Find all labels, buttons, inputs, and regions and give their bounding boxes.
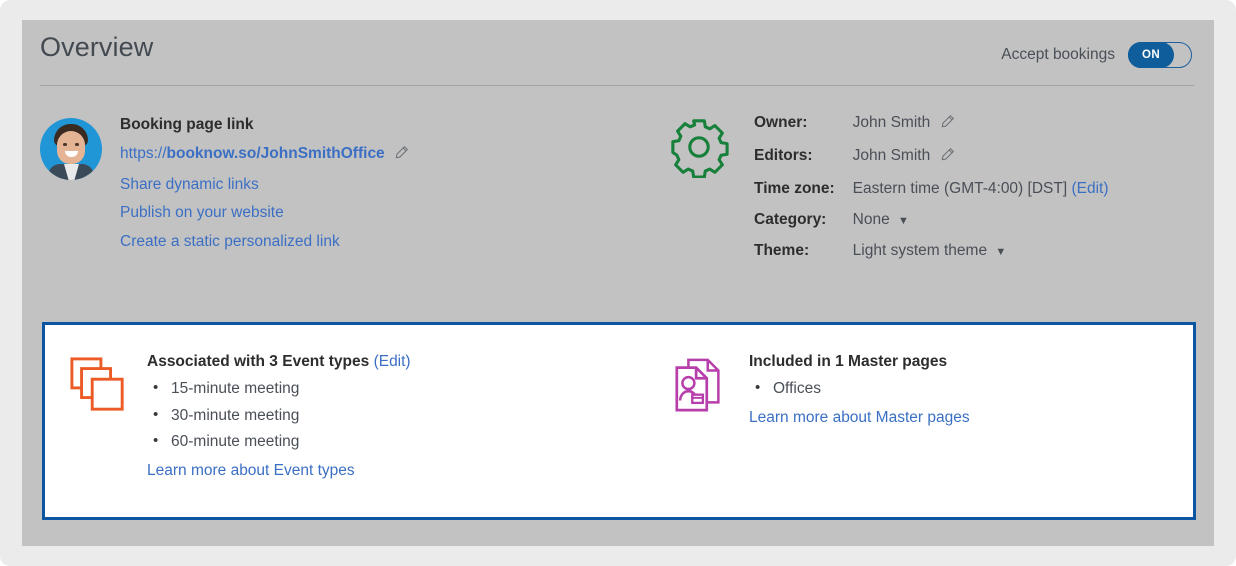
chevron-down-icon[interactable]: ▼: [898, 215, 909, 227]
owner-value: John Smith: [852, 114, 931, 131]
page-title: Overview: [40, 32, 154, 62]
theme-value: Light system theme: [852, 242, 988, 259]
detail-key-category: Category:: [754, 211, 827, 228]
create-static-link[interactable]: Create a static personalized link: [120, 228, 409, 257]
detail-key-owner: Owner:: [754, 114, 808, 131]
event-types-list: 15-minute meeting 30-minute meeting 60-m…: [151, 375, 411, 456]
timezone-value: Eastern time (GMT-4:00) [DST]: [852, 180, 1068, 197]
url-host-path: booknow.so/JohnSmithOffice: [166, 145, 385, 162]
booking-link-block: Booking page link https://booknow.so/Joh…: [120, 114, 409, 256]
detail-value-owner: John Smith: [853, 114, 1109, 147]
list-item: Offices: [753, 375, 970, 403]
share-dynamic-links[interactable]: Share dynamic links: [120, 171, 409, 200]
category-value: None: [852, 211, 890, 228]
detail-row-theme: Theme: Light system theme ▼: [754, 242, 1109, 273]
event-types-title: Associated with 3 Event types (Edit): [147, 353, 411, 371]
detail-row-owner: Owner: John Smith: [754, 114, 1109, 147]
accept-bookings-control: Accept bookings ON: [1001, 42, 1192, 68]
event-types-stack-icon: [69, 356, 127, 485]
edit-pencil-icon[interactable]: [394, 142, 409, 171]
detail-key-timezone: Time zone:: [754, 180, 835, 197]
card-header: Overview Accept bookings ON: [22, 20, 1214, 86]
booking-page-section: Booking page link https://booknow.so/Joh…: [40, 114, 409, 256]
chevron-down-icon[interactable]: ▼: [995, 246, 1006, 258]
publish-on-website-link[interactable]: Publish on your website: [120, 199, 409, 228]
timezone-edit-link[interactable]: (Edit): [1071, 180, 1108, 197]
highlighted-panel: Associated with 3 Event types (Edit) 15-…: [42, 322, 1196, 520]
url-scheme: https://: [120, 145, 167, 162]
details-table: Owner: John Smith Editors: John Smith Ti…: [754, 114, 1109, 273]
detail-value-theme[interactable]: Light system theme ▼: [853, 242, 1109, 273]
edit-pencil-icon[interactable]: [940, 114, 955, 134]
list-item: 30-minute meeting: [151, 402, 411, 430]
overview-card: Overview Accept bookings ON Booking page…: [22, 20, 1214, 546]
detail-row-editors: Editors: John Smith: [754, 147, 1109, 180]
settings-details-section: Owner: John Smith Editors: John Smith Ti…: [668, 114, 1109, 273]
accept-bookings-label: Accept bookings: [1001, 46, 1115, 63]
toggle-state-label: ON: [1141, 49, 1161, 61]
edit-pencil-icon[interactable]: [940, 147, 955, 167]
detail-value-editors: John Smith: [853, 147, 1109, 180]
event-types-section: Associated with 3 Event types (Edit) 15-…: [69, 353, 411, 485]
master-pages-title: Included in 1 Master pages: [749, 353, 948, 370]
detail-row-timezone: Time zone: Eastern time (GMT-4:00) [DST]…: [754, 180, 1109, 211]
toggle-knob: ON: [1128, 42, 1174, 68]
booking-url-link[interactable]: https://booknow.so/JohnSmithOffice: [120, 140, 409, 171]
master-pages-list: Offices: [753, 375, 970, 403]
list-item: 15-minute meeting: [151, 375, 411, 403]
learn-more-master-pages-link[interactable]: Learn more about Master pages: [749, 404, 970, 432]
master-pages-icon: [671, 356, 729, 432]
booking-page-title: Booking page link: [120, 116, 254, 133]
event-types-edit-link[interactable]: (Edit): [374, 353, 411, 370]
learn-more-event-types-link[interactable]: Learn more about Event types: [147, 457, 411, 485]
overview-body: Booking page link https://booknow.so/Joh…: [22, 96, 1214, 318]
avatar: [40, 118, 102, 180]
accept-bookings-toggle[interactable]: ON: [1128, 42, 1192, 68]
detail-value-category[interactable]: None ▼: [853, 211, 1109, 242]
list-item: 60-minute meeting: [151, 428, 411, 456]
header-divider: [40, 85, 1194, 86]
detail-key-editors: Editors:: [754, 147, 813, 164]
gear-icon: [668, 116, 730, 273]
detail-row-category: Category: None ▼: [754, 211, 1109, 242]
detail-key-theme: Theme:: [754, 242, 810, 259]
event-types-title-text: Associated with 3 Event types: [147, 353, 370, 370]
detail-value-timezone: Eastern time (GMT-4:00) [DST] (Edit): [853, 180, 1109, 211]
master-pages-section: Included in 1 Master pages Offices Learn…: [671, 353, 970, 432]
editors-value: John Smith: [852, 147, 931, 164]
